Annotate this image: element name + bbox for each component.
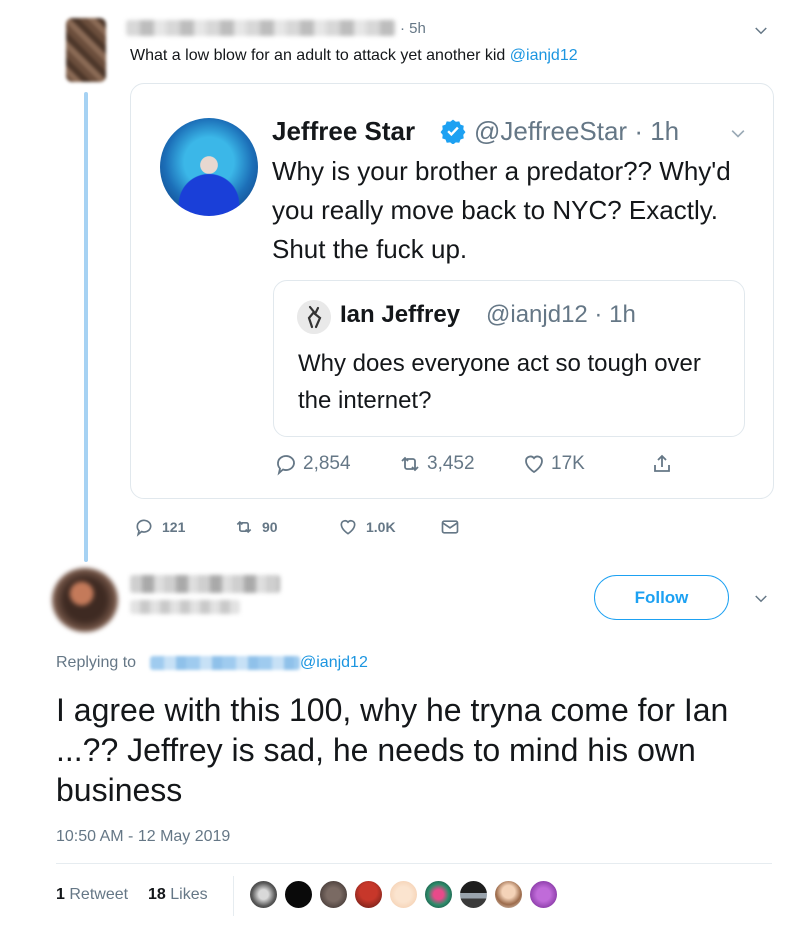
author-handle[interactable]: @ianjd12 · 1h [486, 301, 636, 329]
author-name[interactable]: Ian Jeffrey [340, 301, 460, 329]
mention-link[interactable]: @ianjd12 [300, 654, 368, 672]
avatar[interactable] [52, 568, 118, 632]
divider [233, 876, 234, 916]
direct-message-button[interactable] [440, 517, 460, 537]
mention-link[interactable]: @ianjd12 [510, 47, 578, 64]
blurred-username [130, 575, 280, 593]
divider [56, 863, 772, 864]
liker-avatar[interactable] [318, 879, 349, 910]
share-icon [654, 454, 670, 472]
like-count: 1.0K [366, 519, 396, 535]
thread-line [84, 92, 88, 562]
liker-avatar[interactable] [248, 879, 279, 910]
replying-to-label: Replying to [56, 654, 137, 671]
retweet-button[interactable]: 3,452 [398, 452, 475, 476]
avatar[interactable] [297, 300, 331, 334]
main-tweet-text: I agree with this 100, why he tryna come… [56, 692, 729, 808]
liker-avatar[interactable] [528, 879, 559, 910]
chevron-down-icon[interactable] [728, 124, 748, 144]
blurred-mention [150, 656, 300, 670]
reply-button[interactable]: 2,854 [274, 452, 351, 476]
like-stat-count: 18 [148, 886, 166, 903]
reply-count: 121 [162, 519, 186, 535]
retweet-stat-count: 1 [56, 886, 65, 903]
liker-avatar[interactable] [353, 879, 384, 910]
reply-icon [277, 455, 295, 476]
liker-avatar[interactable] [423, 879, 454, 910]
like-stat[interactable]: 18 Likes [148, 886, 208, 904]
tweet-text-body: What a low blow for an adult to attack y… [130, 47, 506, 64]
direct-message-icon [441, 520, 459, 534]
retweet-stat[interactable]: 1 Retweet [56, 886, 128, 904]
reply-icon [136, 519, 152, 537]
tweet-time[interactable]: · 5h [400, 20, 426, 37]
blurred-handle [130, 600, 240, 614]
reply-button[interactable]: 121 [134, 517, 185, 537]
like-button[interactable]: 17K [522, 452, 585, 476]
heart-icon [525, 455, 543, 474]
share-button[interactable] [650, 452, 674, 476]
quoted-tweet-text: Why is your brother a predator?? Why'd y… [272, 156, 731, 264]
like-button[interactable]: 1.0K [338, 517, 396, 537]
author-name[interactable]: Jeffree Star [272, 116, 415, 147]
tweet-timestamp[interactable]: 10:50 AM - 12 May 2019 [56, 828, 230, 846]
chevron-down-icon[interactable] [752, 590, 770, 608]
retweet-stat-label: Retweet [69, 886, 129, 903]
retweet-icon [236, 520, 252, 534]
tweet-text: What a low blow for an adult to attack y… [130, 47, 578, 65]
heart-icon [340, 519, 356, 535]
retweet-icon [401, 456, 419, 472]
inner-tweet-text: Why does everyone act so tough over the … [298, 350, 701, 414]
retweet-button[interactable]: 90 [234, 517, 278, 537]
retweet-count: 90 [262, 519, 278, 535]
chevron-down-icon[interactable] [752, 22, 770, 40]
like-stat-label: Likes [170, 886, 208, 903]
like-count: 17K [551, 453, 585, 474]
liker-avatar[interactable] [493, 879, 524, 910]
liker-avatar[interactable] [283, 879, 314, 910]
reply-count: 2,854 [303, 453, 351, 474]
verified-badge-icon [440, 119, 466, 144]
blurred-username [126, 20, 396, 36]
retweet-count: 3,452 [427, 453, 475, 474]
liker-avatar[interactable] [388, 879, 419, 910]
avatar[interactable] [66, 18, 106, 82]
liker-avatar[interactable] [458, 879, 489, 910]
author-handle[interactable]: @JeffreeStar · 1h [474, 116, 679, 147]
follow-button[interactable]: Follow [594, 575, 729, 620]
avatar[interactable] [160, 118, 258, 216]
